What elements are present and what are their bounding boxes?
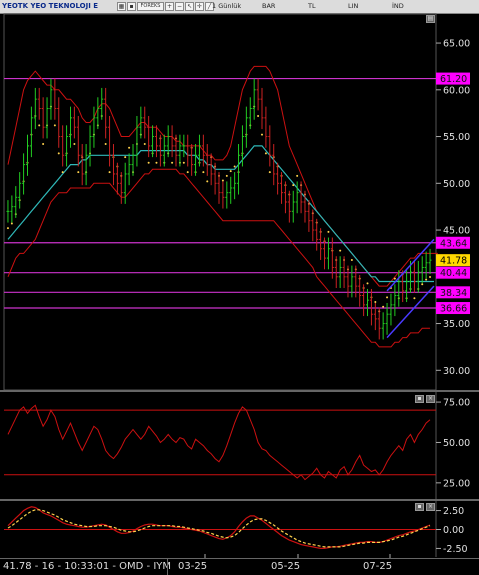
price-ytick-label: 35.00 xyxy=(443,319,470,330)
parabolic-sar-dot xyxy=(382,305,385,308)
parabolic-sar-dot xyxy=(206,180,209,183)
trend-channel-line xyxy=(386,285,435,339)
macd-ytick-label: -2.50 xyxy=(443,544,468,555)
level-label: 40.44 xyxy=(440,268,467,279)
price-ytick-label: 65.00 xyxy=(443,39,470,50)
status-bar: 41.78 - 16 - 10:33:01 - OMD - IYM 03-25 … xyxy=(0,558,479,575)
price-ytick-label: 55.00 xyxy=(443,132,470,143)
parabolic-sar-dot xyxy=(143,143,146,146)
parabolic-sar-dot xyxy=(10,222,13,225)
price-ytick-label: 30.00 xyxy=(443,366,470,377)
price-panel-frame xyxy=(3,13,437,391)
moving-average-line xyxy=(7,145,434,283)
parabolic-sar-dot xyxy=(421,283,424,286)
date-label-3: 07-25 xyxy=(363,561,393,572)
parabolic-sar-dot xyxy=(413,297,416,300)
symbol-title[interactable]: YEOTK YEO TEKNOLOJI E xyxy=(2,2,98,10)
parabolic-sar-dot xyxy=(171,161,174,164)
parabolic-sar-dot xyxy=(425,278,428,281)
parabolic-sar-dot xyxy=(374,301,377,304)
parabolic-sar-dot xyxy=(108,171,111,174)
parabolic-sar-dot xyxy=(147,161,150,164)
parabolic-sar-dot xyxy=(202,171,205,174)
price-ytick-label: 60.00 xyxy=(443,85,470,96)
parabolic-sar-dot xyxy=(77,171,80,174)
parabolic-sar-dot xyxy=(327,230,330,233)
indicator-menu[interactable]: İND xyxy=(392,2,404,10)
parabolic-sar-dot xyxy=(38,124,41,127)
parabolic-sar-dot xyxy=(386,296,389,299)
rsi-line xyxy=(7,404,431,481)
toolbar-zoom-in-icon[interactable]: + xyxy=(165,2,174,11)
bollinger-upper-band xyxy=(7,65,438,287)
macd-ytick-label: 2.50 xyxy=(443,506,464,517)
parabolic-sar-dot xyxy=(350,258,353,261)
foreks-logo: FOREKS xyxy=(137,2,164,11)
chart-toolbar: YEOTK YEO TEKNOLOJI E ▦ ▪ FOREKS + − ↖ ✛… xyxy=(0,0,479,14)
parabolic-sar-dot xyxy=(233,165,236,168)
parabolic-sar-dot xyxy=(292,184,295,187)
parabolic-sar-dot xyxy=(61,171,64,174)
date-label-2: 05-25 xyxy=(271,561,301,572)
parabolic-sar-dot xyxy=(6,227,9,230)
parabolic-sar-dot xyxy=(429,275,432,278)
parabolic-sar-dot xyxy=(104,143,107,146)
parabolic-sar-dot xyxy=(366,282,369,285)
parabolic-sar-dot xyxy=(260,133,263,136)
parabolic-sar-dot xyxy=(229,170,232,173)
level-label: 38.34 xyxy=(440,288,467,299)
parabolic-sar-dot xyxy=(221,179,224,182)
price-panel: 65.00 60.00 55.00 50.00 45.00 35.00 30.00 61.20… xyxy=(4,39,470,377)
parabolic-sar-dot xyxy=(155,161,158,164)
parabolic-sar-dot xyxy=(225,174,228,177)
toolbar-cursor-icon[interactable]: ↖ xyxy=(185,2,194,11)
price-ytick-label: 45.00 xyxy=(443,226,470,237)
toolbar-zoom-out-icon[interactable]: − xyxy=(175,2,184,11)
toolbar-crosshair-icon[interactable]: ✛ xyxy=(195,2,204,11)
rsi-ytick-label: 75.00 xyxy=(443,398,470,409)
level-label: 36.66 xyxy=(440,304,467,315)
parabolic-sar-dot xyxy=(186,171,189,174)
chart-canvas[interactable]: 65.00 60.00 55.00 50.00 45.00 35.00 30.00 61.20… xyxy=(0,13,479,558)
status-info: 41.78 - 16 - 10:33:01 - OMD - IYM xyxy=(3,561,172,572)
currency-selector[interactable]: TL xyxy=(308,2,316,10)
rsi-ytick-label: 50.00 xyxy=(443,438,470,449)
parabolic-sar-dot xyxy=(57,152,60,155)
parabolic-sar-dot xyxy=(128,146,131,149)
parabolic-sar-dot xyxy=(393,277,396,280)
toolbar-save-icon[interactable]: ▪ xyxy=(127,2,136,11)
level-label: 43.64 xyxy=(440,238,467,249)
parabolic-sar-dot xyxy=(296,174,299,177)
last-price-label: 41.78 xyxy=(440,256,467,267)
date-label-1: 03-25 xyxy=(178,561,208,572)
macd-panel: 2.50 0.00 -2.50 xyxy=(4,506,468,555)
price-ytick-label: 50.00 xyxy=(443,179,470,190)
scale-selector[interactable]: LIN xyxy=(348,2,358,10)
level-label: 61.20 xyxy=(440,74,467,85)
macd-line xyxy=(7,506,431,550)
parabolic-sar-dot xyxy=(124,156,127,159)
parabolic-sar-dot xyxy=(42,143,45,146)
parabolic-sar-dot xyxy=(257,114,260,117)
toolbar-grid-icon[interactable]: ▦ xyxy=(117,2,126,11)
parabolic-sar-dot xyxy=(53,124,56,127)
period-selector[interactable]: 1 Günlük xyxy=(212,2,241,10)
chart-type-selector[interactable]: BAR xyxy=(262,2,275,10)
parabolic-sar-dot xyxy=(182,161,185,164)
parabolic-sar-dot xyxy=(339,249,342,252)
status-separator xyxy=(167,559,168,575)
parabolic-sar-dot xyxy=(268,171,271,174)
rsi-ytick-label: 25.00 xyxy=(443,478,470,489)
macd-ytick-label: 0.00 xyxy=(443,525,464,536)
rsi-panel: 75.00 50.00 25.00 xyxy=(4,398,470,489)
parabolic-sar-dot xyxy=(73,143,76,146)
toolbar-icon-group: ▦ ▪ FOREKS + − ↖ ✛ ╱ xyxy=(117,2,214,11)
parabolic-sar-dot xyxy=(264,152,267,155)
